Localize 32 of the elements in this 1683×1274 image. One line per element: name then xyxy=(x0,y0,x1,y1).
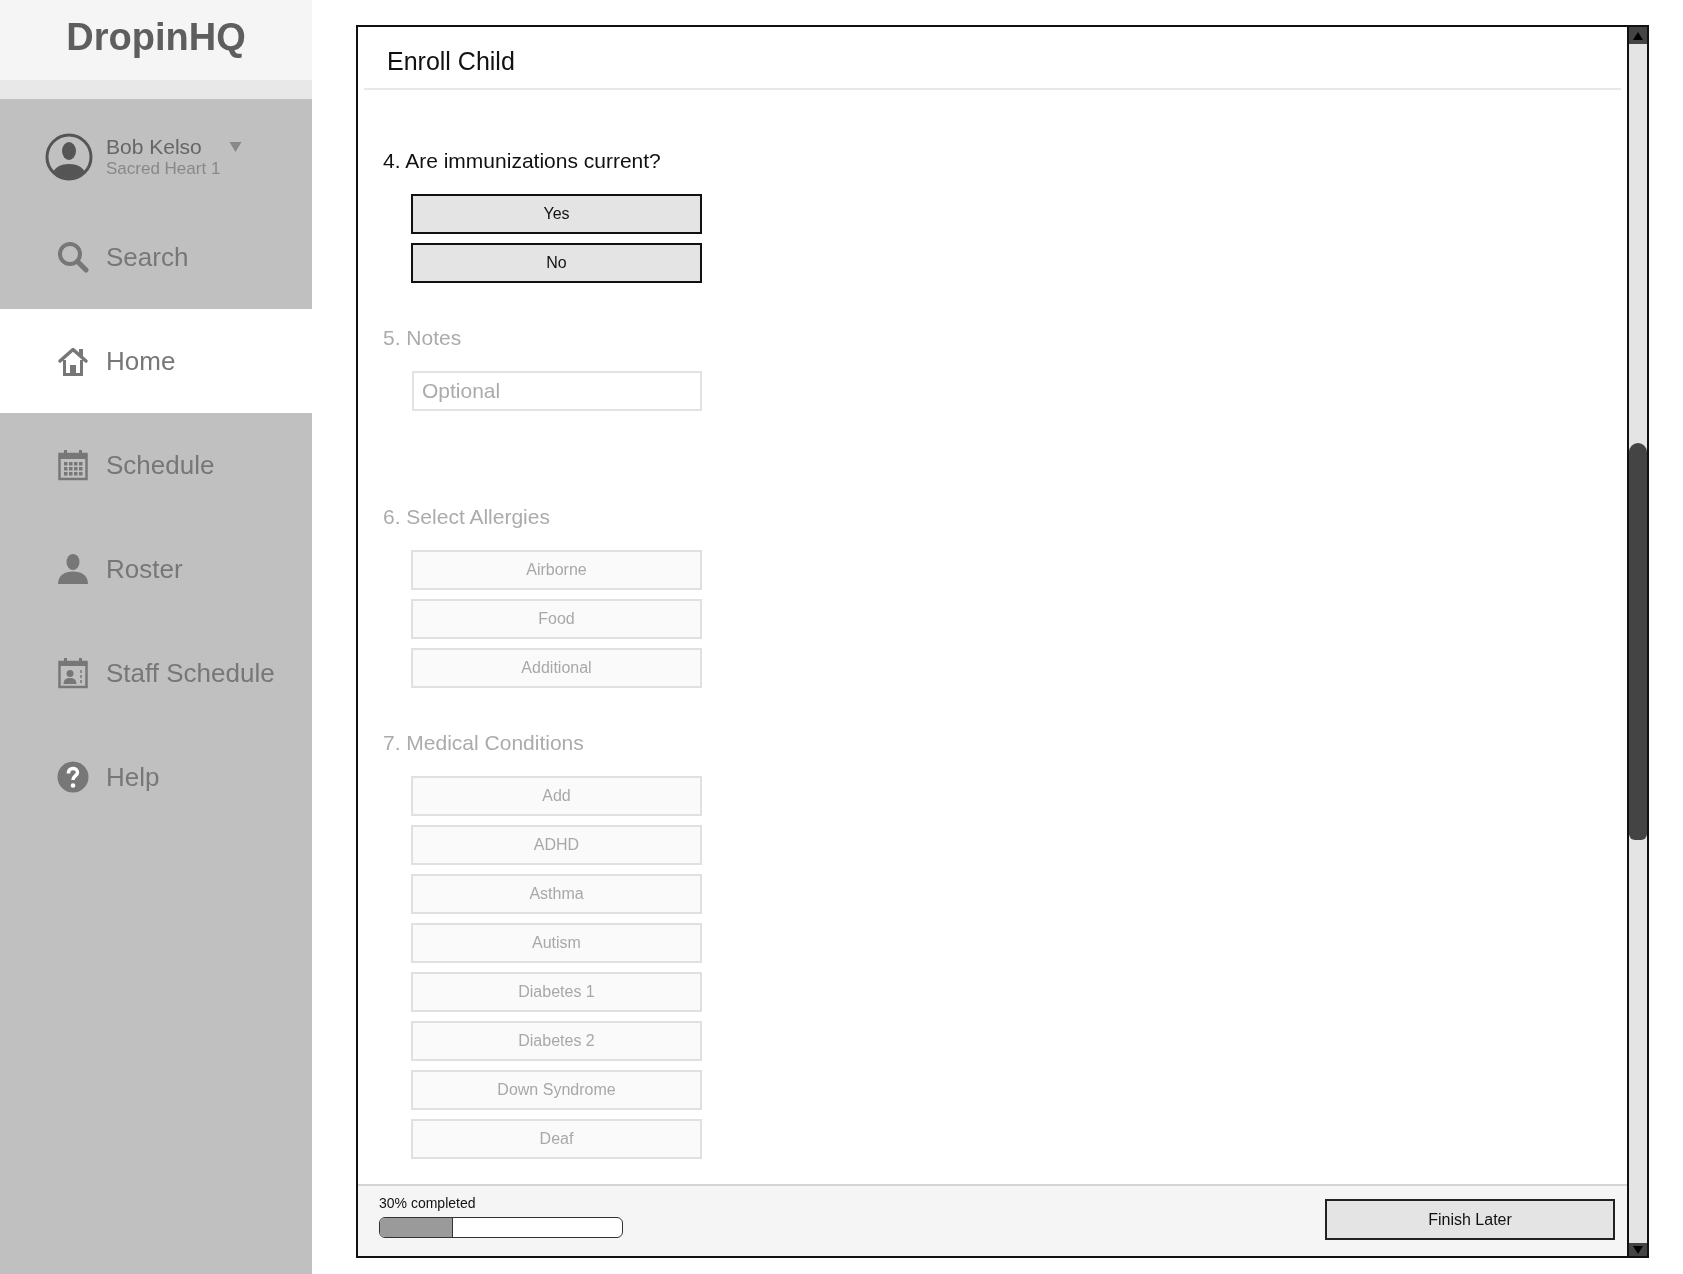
scroll-up-button[interactable] xyxy=(1629,27,1647,44)
form-title: Enroll Child xyxy=(387,46,515,76)
option-button[interactable]: No xyxy=(411,243,702,283)
finish-later-button[interactable]: Finish Later xyxy=(1325,1199,1615,1240)
question-label: 7. Medical Conditions xyxy=(383,730,584,756)
triangle-down-icon xyxy=(1633,1245,1643,1254)
scrollbar[interactable] xyxy=(1627,27,1647,1256)
nav-item[interactable]: Home xyxy=(0,309,312,413)
home-icon xyxy=(57,345,89,377)
nav-item[interactable]: Schedule xyxy=(0,413,312,517)
nav-item[interactable]: Help xyxy=(0,725,312,829)
progress-label: 30% completed xyxy=(379,1195,476,1211)
nav-item[interactable]: Search xyxy=(0,205,312,309)
user-location: Sacred Heart 1 xyxy=(106,159,222,179)
help-icon xyxy=(57,761,89,793)
question-label: 5. Notes xyxy=(383,325,462,351)
nav-item[interactable]: Staff Schedule xyxy=(0,621,312,725)
nav-item[interactable]: Roster xyxy=(0,517,312,621)
calendar-icon xyxy=(57,449,89,481)
person-icon xyxy=(57,553,89,585)
triangle-up-icon xyxy=(1633,31,1643,40)
search-icon xyxy=(57,241,89,273)
calendar-person-icon xyxy=(57,657,89,689)
scrollbar-thumb[interactable] xyxy=(1629,443,1647,840)
scroll-down-button[interactable] xyxy=(1629,1243,1647,1256)
question-label: 6. Select Allergies xyxy=(383,504,550,530)
question-label: 4. Are immunizations current? xyxy=(383,148,661,174)
caret-icon[interactable] xyxy=(228,142,242,152)
option-button[interactable]: Yes xyxy=(411,194,702,234)
app-logo: DropinHQ xyxy=(66,15,246,59)
avatar-icon xyxy=(45,133,93,181)
user-name: Bob Kelso xyxy=(106,135,202,159)
